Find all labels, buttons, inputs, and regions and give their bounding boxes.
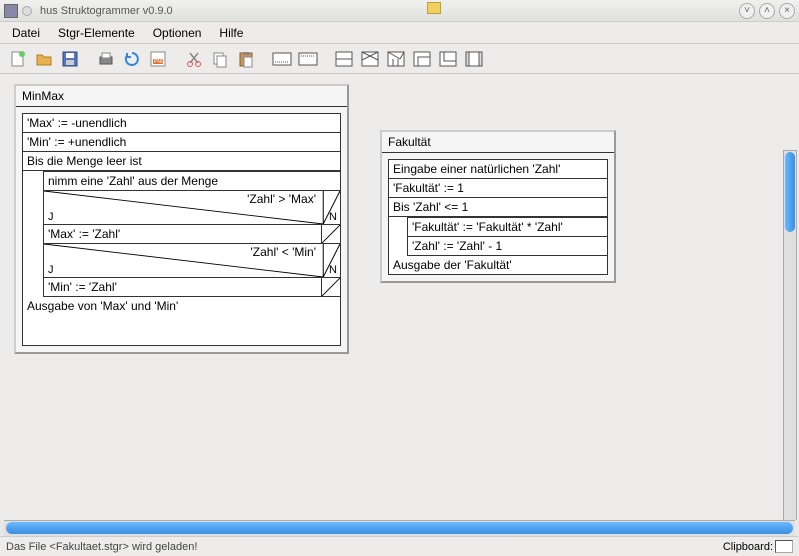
- copy-button[interactable]: [208, 47, 232, 71]
- widget-1-button[interactable]: [270, 47, 294, 71]
- clipboard-preview: [775, 540, 793, 553]
- widget-2-button[interactable]: [296, 47, 320, 71]
- condition-text: 'Zahl' > 'Max': [247, 192, 316, 206]
- menu-datei[interactable]: Datei: [4, 24, 48, 42]
- empty-branch: [322, 278, 340, 296]
- statement-row[interactable]: 'Max' := -unendlich: [23, 114, 340, 133]
- status-message: Das File <Fakultaet.stgr> wird geladen!: [6, 541, 723, 553]
- structogram-fakultaet[interactable]: Fakultät Eingabe einer natürlichen 'Zahl…: [380, 130, 616, 283]
- menu-optionen[interactable]: Optionen: [145, 24, 210, 42]
- cut-button[interactable]: [182, 47, 206, 71]
- block-call-button[interactable]: [462, 47, 486, 71]
- statement-row[interactable]: Ausgabe der 'Fakultät': [389, 256, 607, 274]
- block-sequence-button[interactable]: [332, 47, 356, 71]
- window-title: hus Struktogrammer v0.9.0: [36, 5, 735, 17]
- paste-button[interactable]: [234, 47, 258, 71]
- structogram-title: MinMax: [16, 86, 347, 107]
- statusbar: Das File <Fakultaet.stgr> wird geladen! …: [0, 536, 799, 556]
- statement-row[interactable]: Eingabe einer natürlichen 'Zahl': [389, 160, 607, 179]
- app-icon: [4, 4, 18, 18]
- block-case-button[interactable]: [384, 47, 408, 71]
- svg-text:PNG: PNG: [154, 59, 165, 65]
- empty-branch: [322, 225, 340, 243]
- menu-elemente[interactable]: Stgr-Elemente: [50, 24, 143, 42]
- yes-label: J: [48, 264, 54, 276]
- refresh-button[interactable]: [120, 47, 144, 71]
- condition-block[interactable]: 'Zahl' > 'Max' J N: [44, 191, 340, 225]
- condition-text: 'Zahl' < 'Min': [250, 245, 316, 259]
- branch-row: 'Min' := 'Zahl': [44, 278, 340, 297]
- statement-row[interactable]: 'Min' := +unendlich: [23, 133, 340, 152]
- print-button[interactable]: [94, 47, 118, 71]
- toolbar: PNG: [0, 44, 799, 74]
- canvas-area[interactable]: MinMax 'Max' := -unendlich 'Min' := +une…: [0, 74, 799, 520]
- statement-row[interactable]: Ausgabe von 'Max' und 'Min': [23, 297, 340, 345]
- titlebar-dot-icon: [22, 6, 32, 16]
- block-loop-foot-button[interactable]: [436, 47, 460, 71]
- structogram-minmax[interactable]: MinMax 'Max' := -unendlich 'Min' := +une…: [14, 84, 349, 354]
- save-button[interactable]: [58, 47, 82, 71]
- no-label: N: [329, 264, 337, 276]
- loop-body: nimm eine 'Zahl' aus der Menge 'Zahl' > …: [43, 171, 340, 297]
- open-button[interactable]: [32, 47, 56, 71]
- export-png-button[interactable]: PNG: [146, 47, 170, 71]
- titlebar: hus Struktogrammer v0.9.0 ˅ ˄ ×: [0, 0, 799, 22]
- block-branch-button[interactable]: [358, 47, 382, 71]
- loop-body: 'Fakultät' := 'Fakultät' * 'Zahl' 'Zahl'…: [407, 217, 607, 256]
- statement-row[interactable]: 'Zahl' := 'Zahl' - 1: [408, 237, 607, 256]
- horizontal-scrollbar[interactable]: [4, 520, 795, 536]
- statement-row[interactable]: 'Max' := 'Zahl': [44, 225, 322, 243]
- scrollbar-thumb[interactable]: [785, 152, 795, 232]
- vertical-scrollbar[interactable]: [783, 150, 797, 520]
- menubar: Datei Stgr-Elemente Optionen Hilfe: [0, 22, 799, 44]
- sticky-note-icon: [427, 2, 441, 14]
- scrollbar-thumb[interactable]: [6, 522, 793, 534]
- block-container: 'Max' := -unendlich 'Min' := +unendlich …: [22, 113, 341, 346]
- new-button[interactable]: [6, 47, 30, 71]
- app-window: hus Struktogrammer v0.9.0 ˅ ˄ × Datei St…: [0, 0, 799, 556]
- maximize-button[interactable]: ˄: [759, 3, 775, 19]
- clipboard-label: Clipboard:: [723, 541, 773, 553]
- structogram-title: Fakultät: [382, 132, 614, 153]
- condition-block[interactable]: 'Zahl' < 'Min' J N: [44, 244, 340, 278]
- branch-row: 'Max' := 'Zahl': [44, 225, 340, 244]
- statement-row[interactable]: 'Fakultät' := 1: [389, 179, 607, 198]
- yes-label: J: [48, 211, 54, 223]
- loop-head-row[interactable]: Bis die Menge leer ist: [23, 152, 340, 171]
- block-loop-head-button[interactable]: [410, 47, 434, 71]
- loop-head-row[interactable]: Bis 'Zahl' <= 1: [389, 198, 607, 217]
- close-button[interactable]: ×: [779, 3, 795, 19]
- statement-row[interactable]: nimm eine 'Zahl' aus der Menge: [44, 171, 340, 191]
- menu-hilfe[interactable]: Hilfe: [211, 24, 251, 42]
- statement-row[interactable]: 'Fakultät' := 'Fakultät' * 'Zahl': [408, 217, 607, 237]
- statement-row[interactable]: 'Min' := 'Zahl': [44, 278, 322, 296]
- block-container: Eingabe einer natürlichen 'Zahl' 'Fakult…: [388, 159, 608, 275]
- minimize-button[interactable]: ˅: [739, 3, 755, 19]
- no-label: N: [329, 211, 337, 223]
